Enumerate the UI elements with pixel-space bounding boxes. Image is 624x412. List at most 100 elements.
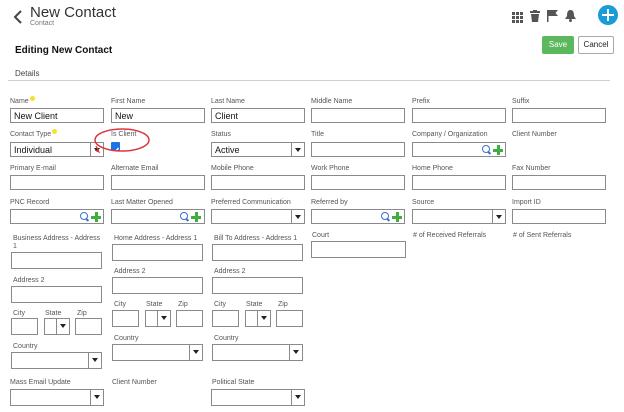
search-icon[interactable] [180,212,188,220]
fax-number-input[interactable] [512,175,606,190]
business-address-2-input[interactable] [11,286,102,303]
contact-type-select[interactable]: Individual [10,142,104,157]
required-marker [52,129,58,134]
status-select[interactable]: Active [211,142,305,157]
chevron-down-icon [492,210,505,223]
import-id-label: Import ID [512,199,541,206]
status-label: Status [211,131,231,138]
preferred-communication-select[interactable] [211,209,305,224]
chevron-down-icon [90,390,103,405]
business-zip-label: Zip [77,310,87,317]
work-phone-input[interactable] [311,175,405,190]
search-icon[interactable] [80,212,88,220]
chevron-down-icon [291,390,304,405]
sent-referrals-label: # of Sent Referrals [513,232,572,239]
bill-to-city-label: City [214,301,227,308]
alternate-email-input[interactable] [111,175,205,190]
home-city-input[interactable] [112,310,139,327]
chevron-down-icon [88,353,101,368]
chevron-down-icon [56,319,69,334]
chevron-down-icon [291,143,304,156]
bill-to-state-select[interactable] [245,310,271,327]
middle-name-input[interactable] [311,108,405,123]
add-button[interactable] [598,5,618,25]
bill-to-address-2-input[interactable] [212,277,303,294]
home-phone-input[interactable] [412,175,506,190]
bill-to-address-1-input[interactable] [212,244,303,261]
trash-icon[interactable] [530,9,540,22]
home-address-2-label: Address 2 [114,268,146,275]
primary-email-label: Primary E-mail [10,165,56,172]
alternate-email-label: Alternate Email [111,165,159,172]
bill-to-country-label: Country [214,335,239,342]
search-icon[interactable] [381,212,389,220]
plus-icon [602,9,614,21]
back-chevron-icon[interactable] [12,9,24,25]
bill-to-address-2-label: Address 2 [214,268,246,275]
referred-by-label: Referred by [311,199,348,206]
prefix-label: Prefix [412,98,430,105]
home-address-1-input[interactable] [112,244,203,261]
page-subtitle: Contact [30,20,55,27]
annotation-ellipse [92,127,150,154]
contact-type-label: Contact Type [10,129,58,139]
company-label: Company / Organization [412,131,488,138]
primary-email-input[interactable] [10,175,104,190]
chevron-down-icon [189,345,202,360]
bill-to-country-select[interactable] [212,344,303,361]
court-input[interactable] [311,241,406,258]
pnc-record-input[interactable] [10,209,104,224]
preferred-communication-label: Preferred Communication [211,199,291,206]
title-label: Title [311,131,324,138]
political-state-select[interactable] [211,389,305,406]
cancel-button[interactable]: Cancel [578,36,614,54]
save-button[interactable]: Save [542,36,574,54]
referred-by-input[interactable] [311,209,405,224]
first-name-input[interactable]: New [111,108,205,123]
bill-to-zip-label: Zip [278,301,288,308]
business-address-1-input[interactable] [11,252,102,269]
received-referrals-label: # of Received Referrals [413,232,487,239]
political-state-label: Political State [212,379,255,386]
business-zip-input[interactable] [75,318,102,335]
home-phone-label: Home Phone [412,165,453,172]
flag-icon[interactable] [547,9,558,22]
add-icon[interactable] [392,212,402,222]
business-state-select[interactable] [44,318,70,335]
search-icon[interactable] [482,145,490,153]
mobile-phone-input[interactable] [211,175,305,190]
bell-icon[interactable] [565,9,576,22]
import-id-input[interactable] [512,209,606,224]
section-title: Editing New Contact [15,45,113,56]
name-input[interactable]: New Client [10,108,104,123]
business-state-label: State [45,310,62,317]
suffix-label: Suffix [512,98,530,105]
home-state-label: State [146,301,163,308]
add-icon[interactable] [191,212,201,222]
last-name-input[interactable]: Client [211,108,305,123]
tab-details[interactable]: Details [15,69,39,78]
company-input[interactable] [412,142,506,157]
mass-email-update-select[interactable] [10,389,104,406]
contact-type-value: Individual [14,145,53,155]
add-icon[interactable] [91,212,101,222]
home-state-select[interactable] [145,310,171,327]
business-address-1-label: Business Address - Address 1 [13,235,101,250]
chevron-down-icon [289,345,302,360]
chevron-down-icon [257,311,270,326]
bill-to-zip-input[interactable] [276,310,303,327]
business-country-select[interactable] [11,352,102,369]
business-city-label: City [13,310,26,317]
source-select[interactable] [412,209,506,224]
bill-to-city-input[interactable] [212,310,239,327]
prefix-input[interactable] [412,108,506,123]
suffix-input[interactable] [512,108,606,123]
grid-icon[interactable] [512,10,523,23]
home-country-label: Country [114,335,139,342]
home-country-select[interactable] [112,344,203,361]
home-zip-input[interactable] [176,310,203,327]
title-input[interactable] [311,142,405,157]
business-city-input[interactable] [11,318,38,335]
home-address-2-input[interactable] [112,277,203,294]
add-icon[interactable] [493,145,503,155]
